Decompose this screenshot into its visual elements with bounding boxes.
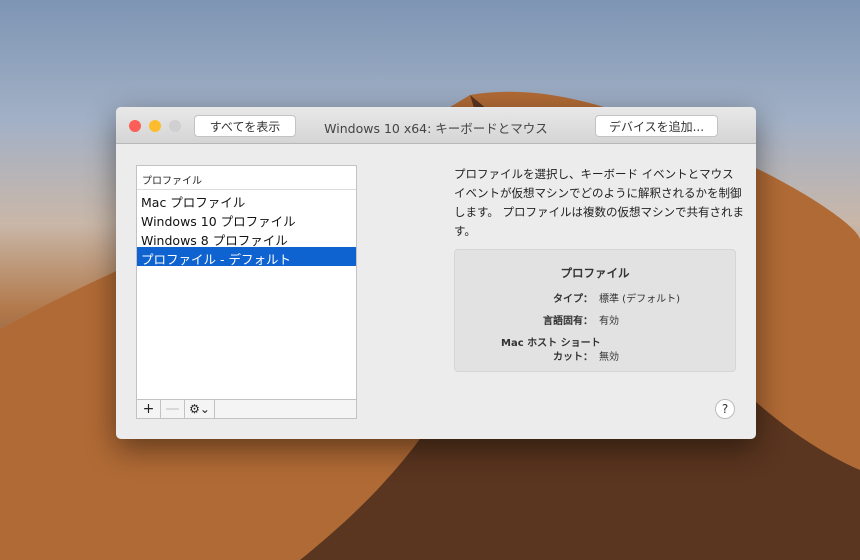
zoom-button[interactable] xyxy=(169,120,181,132)
list-header: プロファイル xyxy=(137,166,356,190)
list-item[interactable]: Windows 10 プロファイル xyxy=(137,209,356,229)
description-text: プロファイルを選択し、キーボード イベントとマウス イベントが仮想マシンでどのよ… xyxy=(454,167,745,238)
close-button[interactable] xyxy=(129,120,141,132)
language-value: 有効 xyxy=(599,316,619,327)
show-all-button[interactable]: すべてを表示 xyxy=(194,115,296,137)
list-item[interactable]: Windows 8 プロファイル xyxy=(137,228,356,248)
type-value: 標準 (デフォルト) xyxy=(599,294,680,305)
list-toolbar: + — ⚙⌄ xyxy=(137,399,356,418)
remove-profile-button[interactable]: — xyxy=(161,400,185,418)
add-profile-button[interactable]: + xyxy=(137,400,161,418)
shortcut-value: 無効 xyxy=(599,352,619,363)
list-item[interactable]: Mac プロファイル xyxy=(137,190,356,210)
gear-menu-button[interactable]: ⚙⌄ xyxy=(185,400,215,418)
keyboard-mouse-window: すべてを表示 Windows 10 x64: キーボードとマウス デバイスを追加… xyxy=(116,107,756,439)
help-button[interactable]: ? xyxy=(715,399,735,419)
profile-details: プロファイル タイプ： 標準 (デフォルト) 言語固有： 有効 Mac ホスト ショ… xyxy=(454,249,736,372)
minimize-button[interactable] xyxy=(149,120,161,132)
title-bar: すべてを表示 Windows 10 x64: キーボードとマウス デバイスを追加… xyxy=(116,107,756,144)
profile-list: プロファイル Mac プロファイル Windows 10 プロファイル Wind… xyxy=(136,165,357,419)
shortcut-label-line2: カット： xyxy=(553,352,593,363)
details-title: プロファイル xyxy=(560,266,630,280)
type-label: タイプ： xyxy=(553,294,593,305)
list-item-selected[interactable]: プロファイル - デフォルト xyxy=(137,247,356,267)
add-device-button[interactable]: デバイスを追加... xyxy=(595,115,718,137)
language-label: 言語固有： xyxy=(543,316,593,327)
shortcut-label-line1: Mac ホスト ショート xyxy=(501,338,601,349)
